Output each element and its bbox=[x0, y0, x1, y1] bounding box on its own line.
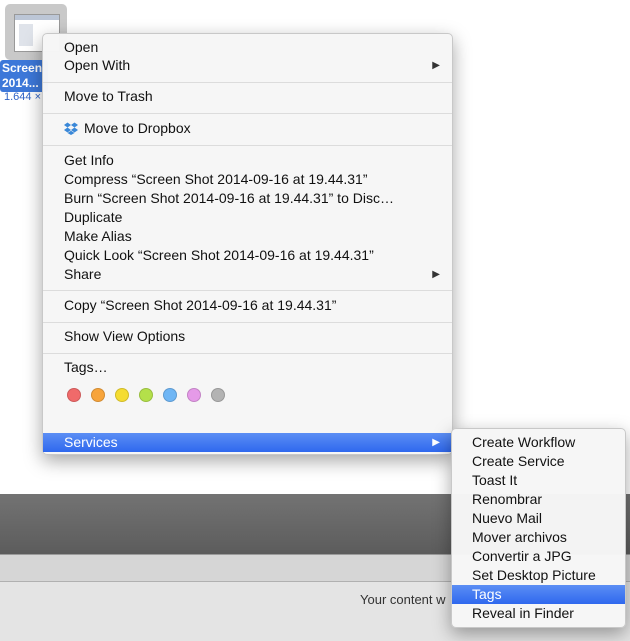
services-item-convertir-a-jpg[interactable]: Convertir a JPG bbox=[452, 547, 625, 566]
services-item-create-service[interactable]: Create Service bbox=[452, 452, 625, 471]
services-item-nuevo-mail[interactable]: Nuevo Mail bbox=[452, 509, 625, 528]
tag-color-dot[interactable] bbox=[211, 388, 225, 402]
submenu-arrow-icon: ▶ bbox=[432, 269, 440, 280]
services-item-mover-archivos[interactable]: Mover archivos bbox=[452, 528, 625, 547]
context-menu: Open Open With ▶ Move to Trash Move to D… bbox=[42, 33, 453, 455]
services-item-tags[interactable]: Tags bbox=[452, 585, 625, 604]
tag-color-dot[interactable] bbox=[67, 388, 81, 402]
menu-item-open-with[interactable]: Open With ▶ bbox=[43, 56, 452, 75]
services-submenu: Create Workflow Create Service Toast It Ren… bbox=[451, 428, 626, 628]
tag-color-dot[interactable] bbox=[163, 388, 177, 402]
file-name-line-1: Screen bbox=[2, 61, 43, 75]
menu-item-tags[interactable]: Tags… bbox=[43, 358, 452, 377]
services-item-toast-it[interactable]: Toast It bbox=[452, 471, 625, 490]
menu-item-quick-look[interactable]: Quick Look “Screen Shot 2014-09-16 at 19… bbox=[43, 246, 452, 265]
file-name-line-2: 2014... bbox=[2, 76, 39, 90]
menu-separator bbox=[43, 290, 452, 291]
services-item-set-desktop-picture[interactable]: Set Desktop Picture bbox=[452, 566, 625, 585]
services-item-label: Reveal in Finder bbox=[472, 605, 574, 621]
menu-separator bbox=[43, 145, 452, 146]
tag-color-dot[interactable] bbox=[115, 388, 129, 402]
services-item-label: Create Service bbox=[472, 453, 565, 469]
services-item-label: Renombrar bbox=[472, 491, 543, 507]
services-item-label: Mover archivos bbox=[472, 529, 567, 545]
menu-item-services[interactable]: Services ▶ bbox=[43, 433, 452, 452]
menu-item-get-info[interactable]: Get Info bbox=[43, 151, 452, 170]
services-item-label: Convertir a JPG bbox=[472, 548, 572, 564]
menu-item-burn[interactable]: Burn “Screen Shot 2014-09-16 at 19.44.31… bbox=[43, 189, 452, 208]
services-item-label: Create Workflow bbox=[472, 434, 576, 450]
menu-item-make-alias[interactable]: Make Alias bbox=[43, 227, 452, 246]
services-item-renombrar[interactable]: Renombrar bbox=[452, 490, 625, 509]
menu-separator bbox=[43, 322, 452, 323]
menu-separator bbox=[43, 82, 452, 83]
menu-item-compress[interactable]: Compress “Screen Shot 2014-09-16 at 19.4… bbox=[43, 170, 452, 189]
services-item-label: Nuevo Mail bbox=[472, 510, 543, 526]
menu-item-duplicate[interactable]: Duplicate bbox=[43, 208, 452, 227]
menu-separator bbox=[43, 353, 452, 354]
tag-color-dot[interactable] bbox=[187, 388, 201, 402]
services-item-label: Set Desktop Picture bbox=[472, 567, 596, 583]
menu-item-share[interactable]: Share ▶ bbox=[43, 265, 452, 284]
services-item-label: Tags bbox=[472, 586, 502, 602]
file-name-label[interactable]: Screen 2014... bbox=[0, 60, 48, 92]
menu-item-move-to-dropbox[interactable]: Move to Dropbox bbox=[43, 119, 452, 138]
submenu-arrow-icon: ▶ bbox=[432, 60, 440, 71]
file-dimensions-label: 1.644 × bbox=[4, 91, 42, 103]
menu-item-move-to-trash[interactable]: Move to Trash bbox=[43, 87, 452, 106]
services-item-label: Toast It bbox=[472, 472, 518, 488]
tag-color-dot[interactable] bbox=[139, 388, 153, 402]
submenu-arrow-icon: ▶ bbox=[432, 437, 440, 448]
dropbox-icon bbox=[64, 122, 78, 135]
tag-color-dot[interactable] bbox=[91, 388, 105, 402]
menu-item-copy[interactable]: Copy “Screen Shot 2014-09-16 at 19.44.31… bbox=[43, 296, 452, 315]
background-window-text: Your content w bbox=[360, 592, 446, 607]
menu-separator bbox=[43, 113, 452, 114]
services-item-reveal-in-finder[interactable]: Reveal in Finder bbox=[452, 604, 625, 623]
services-item-create-workflow[interactable]: Create Workflow bbox=[452, 433, 625, 452]
menu-item-open[interactable]: Open bbox=[43, 38, 452, 57]
menu-item-show-view-options[interactable]: Show View Options bbox=[43, 327, 452, 346]
